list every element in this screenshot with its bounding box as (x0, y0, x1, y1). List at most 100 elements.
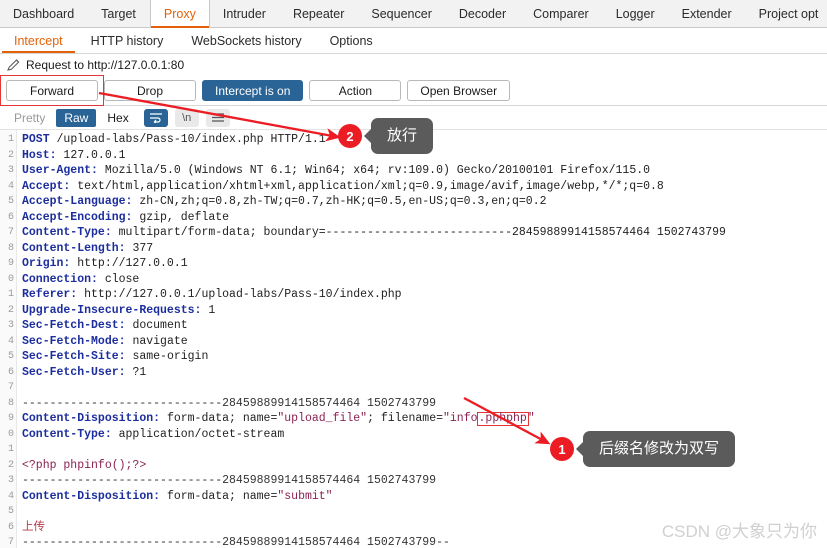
line-number: 9 (7, 258, 14, 269)
request-line[interactable]: Accept-Encoding: gzip, deflate (22, 210, 827, 226)
request-line[interactable]: Content-Disposition: form-data; name="up… (22, 411, 827, 427)
main-tab-bar: Dashboard Target Proxy Intruder Repeater… (0, 0, 827, 28)
line-number: 0 (7, 273, 14, 285)
tab-comparer-label: Comparer (533, 6, 589, 21)
view-pretty-button[interactable]: Pretty (6, 109, 53, 127)
line-number: 1 (7, 289, 14, 300)
tab-target-label: Target (101, 6, 136, 21)
request-line[interactable] (22, 442, 827, 458)
request-line[interactable]: <?php phpinfo();?> (22, 458, 827, 474)
tab-intruder[interactable]: Intruder (210, 0, 280, 27)
forward-button[interactable]: Forward (6, 80, 98, 101)
line-number: 0 (7, 428, 14, 440)
line-number: 6 (7, 366, 14, 378)
request-line[interactable]: Origin: http://127.0.0.1 (22, 256, 827, 272)
request-line[interactable]: Accept-Language: zh-CN,zh;q=0.8,zh-TW;q=… (22, 194, 827, 210)
request-line[interactable]: Referer: http://127.0.0.1/upload-labs/Pa… (22, 287, 827, 303)
request-line[interactable]: 上传 (22, 520, 827, 536)
burp-suite-window: Dashboard Target Proxy Intruder Repeater… (0, 0, 827, 548)
request-line[interactable]: Sec-Fetch-Mode: navigate (22, 334, 827, 350)
proxy-sub-tab-bar: Intercept HTTP history WebSockets histor… (0, 28, 827, 54)
tab-repeater-label: Repeater (292, 6, 345, 21)
intercept-toggle-button[interactable]: Intercept is on (202, 80, 304, 101)
line-number: 7 (7, 382, 14, 393)
tab-sequencer[interactable]: Sequencer (358, 0, 445, 27)
tab-decoder-label: Decoder (458, 6, 507, 21)
subtab-http-history[interactable]: HTTP history (77, 28, 178, 53)
request-line[interactable]: Content-Type: multipart/form-data; bound… (22, 225, 827, 241)
subtab-http-history-label: HTTP history (90, 33, 164, 48)
request-line[interactable]: -----------------------------28459889914… (22, 535, 827, 548)
request-line[interactable]: POST /upload-labs/Pass-10/index.php HTTP… (22, 132, 827, 148)
request-raw-text[interactable]: POST /upload-labs/Pass-10/index.php HTTP… (17, 130, 827, 548)
tab-project-options-label: Project opt (758, 6, 819, 21)
request-line[interactable]: Content-Length: 377 (22, 241, 827, 257)
raw-request-editor[interactable]: 1234567890123456789012345678 POST /uploa… (0, 130, 827, 548)
tab-logger[interactable]: Logger (603, 0, 669, 27)
subtab-options-label: Options (329, 33, 373, 48)
tab-intruder-label: Intruder (222, 6, 266, 21)
subtab-intercept[interactable]: Intercept (0, 28, 77, 53)
line-number: 4 (7, 180, 14, 192)
tab-sequencer-label: Sequencer (371, 6, 432, 21)
request-line[interactable]: Sec-Fetch-Site: same-origin (22, 349, 827, 365)
request-line[interactable] (22, 380, 827, 396)
tab-dashboard[interactable]: Dashboard (0, 0, 88, 27)
request-line[interactable]: -----------------------------28459889914… (22, 396, 827, 412)
line-number: 3 (7, 165, 14, 176)
line-number: 5 (7, 351, 14, 362)
line-number: 4 (7, 490, 14, 502)
tab-target[interactable]: Target (88, 0, 150, 27)
hamburger-menu-icon[interactable] (205, 108, 230, 127)
tab-project-options[interactable]: Project opt (746, 0, 827, 27)
request-line[interactable]: User-Agent: Mozilla/5.0 (Windows NT 6.1;… (22, 163, 827, 179)
line-number: 8 (7, 397, 14, 409)
drop-button[interactable]: Drop (104, 80, 196, 101)
word-wrap-icon[interactable] (143, 108, 168, 127)
request-target-text: Request to http://127.0.0.1:80 (26, 58, 185, 72)
show-newlines-button[interactable]: \n (174, 108, 199, 127)
tab-extender[interactable]: Extender (669, 0, 746, 27)
request-line[interactable]: Content-Disposition: form-data; name="su… (22, 489, 827, 505)
tab-comparer[interactable]: Comparer (520, 0, 603, 27)
forward-button-highlight: Forward (0, 75, 104, 106)
line-number: 6 (7, 521, 14, 533)
message-editor-toolbar: Pretty Raw Hex \n (0, 106, 827, 130)
line-number: 1 (7, 444, 14, 455)
line-number: 7 (7, 227, 14, 238)
view-raw-button[interactable]: Raw (56, 108, 97, 127)
subtab-websockets-history[interactable]: WebSockets history (177, 28, 315, 53)
tab-proxy[interactable]: Proxy (149, 0, 210, 28)
request-line[interactable]: Sec-Fetch-Dest: document (22, 318, 827, 334)
tab-repeater[interactable]: Repeater (280, 0, 358, 27)
line-number: 1 (7, 134, 14, 145)
line-number: 3 (7, 320, 14, 331)
open-browser-button[interactable]: Open Browser (407, 80, 511, 101)
request-line[interactable]: Connection: close (22, 272, 827, 288)
request-line[interactable]: Upgrade-Insecure-Requests: 1 (22, 303, 827, 319)
line-number-gutter: 1234567890123456789012345678 (0, 130, 17, 548)
request-line[interactable] (22, 504, 827, 520)
line-number: 4 (7, 335, 14, 347)
request-line[interactable]: Sec-Fetch-User: ?1 (22, 365, 827, 381)
line-number: 6 (7, 211, 14, 223)
request-line[interactable]: Host: 127.0.0.1 (22, 148, 827, 164)
pencil-icon (7, 59, 20, 71)
request-target-row: Request to http://127.0.0.1:80 (0, 54, 827, 76)
line-number: 3 (7, 475, 14, 486)
line-number: 5 (7, 506, 14, 517)
tab-dashboard-label: Dashboard (13, 6, 75, 21)
subtab-websockets-history-label: WebSockets history (191, 33, 302, 48)
line-number: 7 (7, 537, 14, 548)
view-hex-button[interactable]: Hex (99, 109, 136, 127)
request-line[interactable]: -----------------------------28459889914… (22, 473, 827, 489)
request-line[interactable]: Accept: text/html,application/xhtml+xml,… (22, 179, 827, 195)
request-line[interactable]: Content-Type: application/octet-stream (22, 427, 827, 443)
intercept-action-bar: Forward Drop Intercept is on Action Open… (0, 75, 827, 106)
tab-decoder[interactable]: Decoder (446, 0, 520, 27)
subtab-options[interactable]: Options (316, 28, 387, 53)
line-number: 2 (7, 149, 14, 161)
action-button[interactable]: Action (309, 80, 402, 101)
subtab-intercept-label: Intercept (14, 33, 63, 48)
line-number: 5 (7, 196, 14, 207)
